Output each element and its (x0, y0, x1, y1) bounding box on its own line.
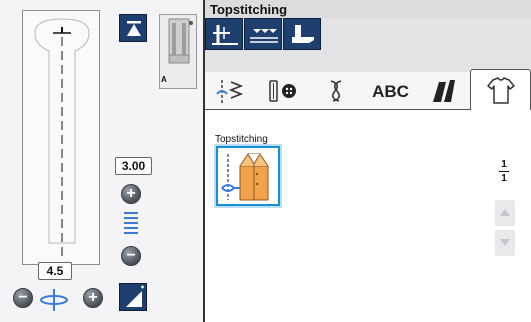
stitch-edit-button[interactable] (119, 283, 147, 311)
utility-stitch-icon (216, 80, 244, 103)
needle-up-button[interactable] (119, 14, 147, 42)
length-scale-bar (124, 227, 138, 229)
stitch-preview (22, 10, 100, 265)
tab-quilting[interactable] (417, 72, 470, 110)
stitch-mode-button[interactable] (205, 18, 243, 50)
topstitching-icon (221, 153, 269, 201)
page-separator (499, 171, 509, 172)
stitch-settings-panel: A 3.00 + − 4.5 − + (0, 0, 203, 322)
presser-foot-code: A (161, 75, 167, 84)
category-label: Topstitching (215, 134, 268, 145)
foot-mode-icon (292, 25, 314, 43)
buttonhole-icon (269, 80, 296, 102)
length-decrease-button[interactable]: − (121, 246, 141, 266)
stitch-preview-graphic (34, 18, 90, 261)
tab-utility-stitches[interactable] (205, 72, 258, 110)
garment-icon (487, 77, 515, 104)
page-down-button[interactable] (495, 230, 515, 256)
width-increase-button[interactable]: + (83, 288, 103, 308)
minus-icon: − (18, 289, 28, 306)
width-decrease-button[interactable]: − (13, 288, 33, 308)
pattern-mode-button[interactable] (244, 18, 282, 50)
decorative-stitch-icon (330, 80, 342, 102)
stitch-category-tabs: ABC (205, 69, 531, 111)
stitch-mode-icon (212, 25, 238, 45)
page-indicator: 1 1 (491, 159, 517, 184)
pattern-mode-icon (250, 29, 278, 43)
length-scale-bar (124, 232, 138, 234)
stitch-width-value: 4.5 (38, 262, 72, 280)
arrow-up-icon (500, 209, 510, 216)
stitch-length-scale (124, 212, 138, 238)
tab-buttonholes[interactable] (258, 72, 311, 110)
needle-center-icon (40, 289, 68, 311)
length-scale-bar (124, 212, 138, 214)
tab-alphabet[interactable]: ABC (364, 72, 417, 110)
stitch-list-area: Topstitching 1 1 (205, 110, 531, 322)
length-increase-button[interactable]: + (121, 184, 141, 204)
page-up-button[interactable] (495, 200, 515, 226)
foot-mode-button[interactable] (283, 18, 321, 50)
minus-icon: − (126, 247, 136, 264)
stitch-selection-panel: Topstitching ABC Topstitching 1 1 (205, 0, 531, 322)
arrow-down-icon (500, 239, 510, 246)
page-total: 1 (501, 173, 507, 184)
stitch-tile-topstitching[interactable] (216, 146, 280, 206)
needle-top-icon (127, 21, 141, 36)
length-scale-bar (124, 217, 138, 219)
page-current: 1 (501, 159, 507, 170)
plus-icon: + (126, 185, 136, 202)
stitch-length-value: 3.00 (115, 157, 152, 175)
diagonal-edit-icon (126, 285, 144, 307)
plus-icon: + (88, 289, 98, 306)
length-scale-bar (124, 222, 138, 224)
title-bar: Topstitching (205, 0, 531, 18)
tab-decorative-stitches[interactable] (311, 72, 364, 110)
page-title: Topstitching (210, 2, 288, 17)
quilt-stitch-icon (433, 80, 455, 102)
alphabet-icon: ABC (372, 82, 409, 101)
tab-garment[interactable] (470, 69, 531, 111)
